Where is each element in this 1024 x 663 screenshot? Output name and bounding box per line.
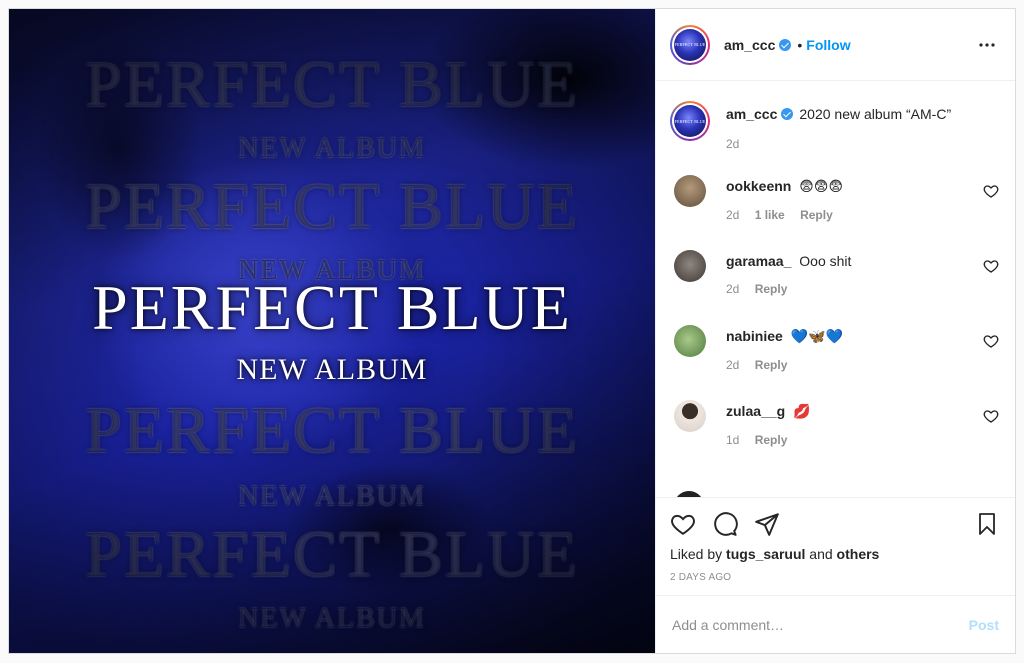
comment-row: garamaa_ Ooo shit 2d Reply: [670, 250, 999, 325]
caption: PERFECT BLUE am_ccc 2020 new album “AM-C”…: [670, 81, 999, 177]
comment-likes[interactable]: 1 like: [755, 208, 785, 222]
avatar-text: PERFECT BLUE: [674, 42, 706, 47]
reply-button[interactable]: Reply: [755, 358, 788, 372]
comment-like-heart-icon[interactable]: [983, 183, 999, 199]
reply-button[interactable]: Reply: [755, 282, 788, 296]
comment-time[interactable]: 2d: [726, 208, 739, 222]
post-comment-button[interactable]: Post: [969, 617, 999, 633]
post-header: PERFECT BLUE am_ccc • Follow: [656, 9, 1015, 81]
verified-badge-icon: [781, 108, 794, 120]
comment-time[interactable]: 2d: [726, 282, 739, 296]
comment-time[interactable]: 2d: [726, 358, 739, 372]
album-title: PERFECT BLUE: [92, 272, 572, 343]
comment-like-heart-icon[interactable]: [983, 333, 999, 349]
reply-button[interactable]: Reply: [755, 433, 788, 447]
comment-username[interactable]: garamaa_: [726, 253, 791, 269]
comment-row: nabiniee 💙🦋💙 2d Reply: [670, 325, 999, 400]
comment-username[interactable]: zulaa__g: [726, 403, 785, 419]
comment-time[interactable]: 1d: [726, 433, 739, 447]
commenter-avatar[interactable]: [674, 400, 706, 432]
caption-text: 2020 new album “AM-C”: [799, 106, 952, 122]
comment-username[interactable]: ookkeenn: [726, 178, 791, 194]
comment-username[interactable]: nabiniee: [726, 328, 783, 344]
liked-by-and: and: [809, 546, 833, 562]
post-image[interactable]: PERFECT BLUE NEW ALBUM PERFECT BLUE NEW …: [9, 9, 655, 653]
bookmark-icon[interactable]: [975, 511, 999, 537]
liked-by-others[interactable]: others: [837, 546, 880, 562]
comment-row: zulaa__g 💋 1d Reply: [670, 400, 999, 475]
album-subtitle: NEW ALBUM: [236, 353, 428, 386]
comment-like-heart-icon[interactable]: [983, 408, 999, 424]
heart-icon[interactable]: [670, 511, 696, 537]
commenter-avatar[interactable]: [674, 325, 706, 357]
caption-avatar-text: PERFECT BLUE: [674, 118, 706, 124]
liked-by-user[interactable]: tugs_saruul: [726, 546, 805, 562]
more-options-icon[interactable]: [975, 33, 999, 57]
comment-text: Ooo shit: [799, 253, 852, 269]
comment-row: ookkeenn 😨😨😨 2d 1 like Reply: [670, 175, 999, 250]
liked-by-prefix: Liked by: [670, 546, 723, 562]
comment-icon[interactable]: [712, 511, 738, 537]
author-username[interactable]: am_ccc: [724, 37, 775, 53]
partially-hidden-avatar: [674, 491, 704, 497]
verified-badge-icon: [779, 38, 792, 51]
commenter-avatar[interactable]: [674, 175, 706, 207]
comment-text: 💙🦋💙: [790, 329, 843, 345]
separator-dot: •: [797, 36, 803, 53]
author-avatar[interactable]: PERFECT BLUE: [670, 24, 710, 65]
post-timestamp[interactable]: 2 DAYS AGO: [670, 572, 999, 583]
comment-input[interactable]: [670, 615, 969, 634]
post-side-panel: PERFECT BLUE am_ccc • Follow PERFECT BLU…: [655, 9, 1015, 653]
comment-text: 😨😨😨: [799, 179, 844, 195]
paper-plane-icon[interactable]: [754, 511, 780, 537]
caption-time[interactable]: 2d: [726, 137, 739, 151]
add-comment-bar: Post: [656, 595, 1015, 653]
commenter-avatar[interactable]: [674, 250, 706, 282]
reply-button[interactable]: Reply: [800, 208, 833, 222]
comment-like-heart-icon[interactable]: [983, 258, 999, 274]
comment-text: 💋: [793, 404, 811, 420]
follow-button[interactable]: Follow: [806, 37, 850, 53]
liked-by-line: Liked by tugs_saruul and others: [670, 546, 999, 562]
comments-list[interactable]: PERFECT BLUE am_ccc 2020 new album “AM-C”…: [656, 81, 1015, 497]
caption-username[interactable]: am_ccc: [726, 106, 777, 122]
post-card: PERFECT BLUE NEW ALBUM PERFECT BLUE NEW …: [8, 8, 1016, 654]
post-actions: Liked by tugs_saruul and others 2 DAYS A…: [656, 497, 1015, 595]
caption-avatar[interactable]: PERFECT BLUE: [670, 101, 710, 141]
